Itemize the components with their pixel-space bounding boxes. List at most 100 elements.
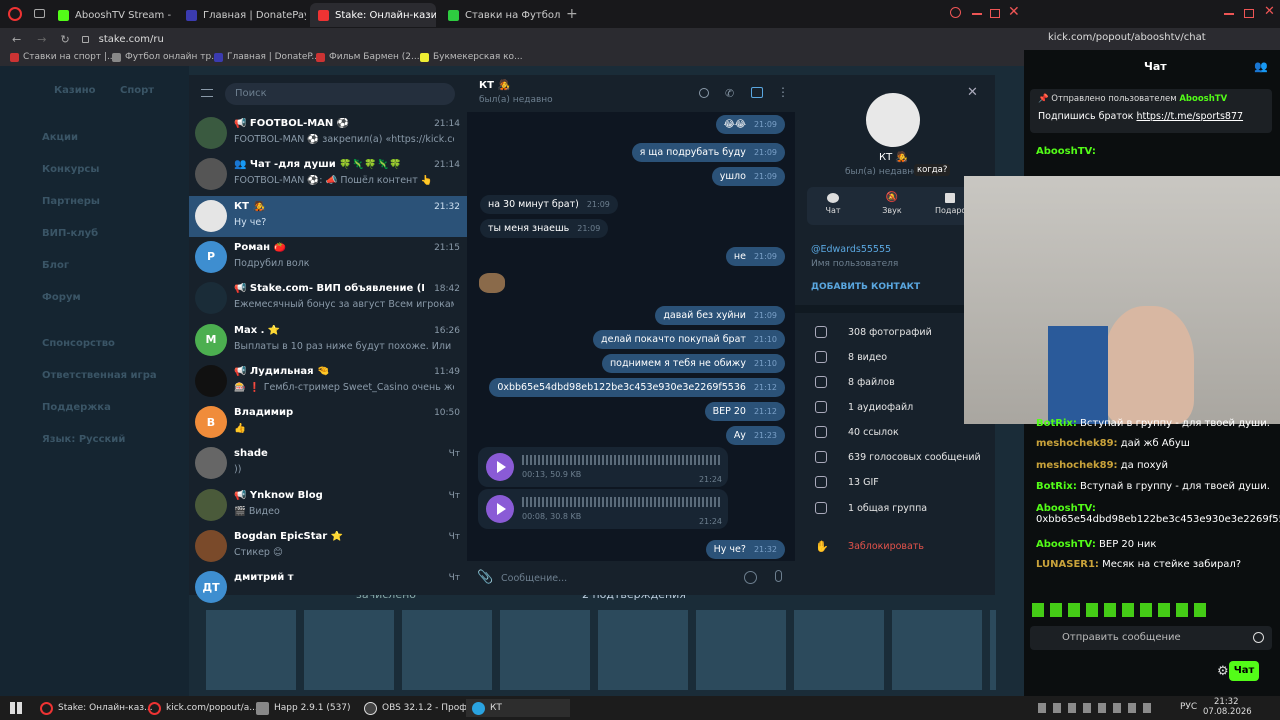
stake-nav-item[interactable]: ВИП-клуб [42, 228, 98, 239]
chat-list-item[interactable]: M Max . ⭐ Выплаты в 10 раз ниже будут похо… [189, 320, 467, 361]
microphone-icon[interactable] [775, 570, 782, 582]
taskbar-item-happ[interactable]: Happ 2.9.1 (537) [256, 699, 351, 717]
gift-action-button[interactable]: Подаро [935, 193, 966, 215]
chat-list-item[interactable]: 📢 Лудильная 🤏 🎰 ❗ Гембл-стример Sweet_Cas… [189, 361, 467, 402]
tab-donatepay[interactable]: Главная | DonatePay [178, 3, 306, 27]
search-input[interactable]: Поиск [225, 83, 455, 105]
incoming-message[interactable]: ты меня знаешь 21:09 [480, 219, 609, 238]
outgoing-message[interactable]: 0xbb65e54dbd98eb122be3c453e930e3e2269f55… [489, 378, 785, 397]
chat-list-item[interactable]: В Владимир 👍 10:50 [189, 402, 467, 443]
chat-username[interactable]: LUNASER1: [1036, 559, 1099, 570]
sidebar-toggle-icon[interactable] [751, 87, 763, 98]
bookmark-item[interactable]: Ставки на спорт |... [10, 52, 116, 62]
play-icon[interactable] [486, 495, 514, 523]
forward-icon[interactable]: → [37, 33, 46, 46]
block-button[interactable]: Заблокировать [848, 541, 924, 552]
chat-list-item[interactable]: shade)) Чт [189, 443, 467, 484]
taskbar-item-telegram[interactable]: КТ [466, 699, 570, 717]
search-icon[interactable] [950, 7, 961, 18]
close-icon[interactable]: ✕ [1264, 4, 1275, 19]
close-icon[interactable]: ✕ [967, 85, 978, 100]
minimize-icon[interactable] [1224, 13, 1234, 15]
stake-nav-item[interactable]: Поддержка [42, 402, 111, 413]
stake-nav-item[interactable]: Конкурсы [42, 164, 99, 175]
menu-icon[interactable] [201, 89, 213, 97]
chat-list-item[interactable]: 📢 Stake.com- ВИП объявление (Русский) Еже… [189, 278, 467, 319]
stake-nav-item[interactable]: Блог [42, 260, 69, 271]
kick-chat-message[interactable]: meshochek89: дай жб Абуш [1036, 438, 1190, 449]
voice-message[interactable]: 00:13, 50.9 KB 21:24 [478, 447, 728, 487]
tab-football[interactable]: Ставки на Футбол - Сдела [440, 3, 562, 27]
chat-list-item[interactable]: Bogdan EpicStar ⭐ Стикер 😊 Чт [189, 526, 467, 567]
stake-nav-item[interactable]: Форум [42, 292, 81, 303]
kick-chat-message[interactable]: AbooshTV: ВЕР 20 ник [1036, 539, 1156, 550]
chat-username[interactable]: AbooshTV: [1036, 146, 1096, 157]
kick-chat-message[interactable]: BotRix: Вступай в группу - для твоей душ… [1036, 481, 1270, 492]
chat-list-item[interactable]: 📢 Ynknow Blog 🎬 Видео Чт [189, 485, 467, 526]
emoji-icon[interactable] [1253, 632, 1264, 643]
bookmark-item[interactable]: Букмекерская ко... [420, 52, 523, 62]
profile-avatar[interactable] [866, 93, 920, 147]
users-icon[interactable]: 👥 [1254, 60, 1268, 73]
outgoing-message[interactable]: ВЕР 20 21:12 [704, 402, 785, 421]
chat-username[interactable]: AbooshTV: [1036, 539, 1096, 550]
sound-action-button[interactable]: 🔕 Звук [880, 193, 904, 216]
tab-icon[interactable] [34, 9, 45, 18]
voice-message[interactable]: 00:08, 30.8 KB 21:24 [478, 489, 728, 529]
chat-username[interactable]: BotRix: [1036, 481, 1077, 492]
reload-icon[interactable]: ↻ [60, 33, 69, 46]
url-field[interactable]: stake.com/ru [99, 34, 164, 45]
profile-media-item[interactable]: 308 фотографий [848, 327, 932, 338]
kick-chat-message[interactable]: BotRix: Вступай в группу - для твоей душ… [1036, 418, 1270, 429]
taskbar-item-stake[interactable]: Stake: Онлайн-каз... [40, 699, 153, 717]
pinned-link[interactable]: https://t.me/sports877 [1136, 111, 1243, 122]
new-tab-icon[interactable]: + [566, 6, 578, 22]
message-input[interactable]: Сообщение... [501, 573, 567, 584]
message-input[interactable]: Отправить сообщение [1030, 626, 1272, 650]
clock-date[interactable]: 07.08.2026 [1203, 707, 1252, 717]
maximize-icon[interactable] [1244, 9, 1254, 18]
bookmark-item[interactable]: Главная | DonateP... [214, 52, 320, 62]
outgoing-message[interactable]: делай покачто покупай брат 21:10 [593, 330, 785, 349]
url-field[interactable]: kick.com/popout/abooshtv/chat [1048, 32, 1206, 43]
stake-nav-item[interactable]: Партнеры [42, 196, 100, 207]
more-icon[interactable]: ⋮ [777, 85, 789, 99]
language-indicator[interactable]: РУС [1180, 702, 1197, 712]
profile-media-item[interactable]: 8 видео [848, 352, 887, 363]
phone-icon[interactable]: ✆ [725, 87, 734, 100]
stake-nav-item[interactable]: Спонсорство [42, 338, 115, 349]
profile-media-item[interactable]: 1 общая группа [848, 503, 927, 514]
chat-username[interactable]: AbooshTV: [1036, 503, 1096, 514]
outgoing-message[interactable]: не 21:09 [725, 247, 785, 266]
chat-list-item[interactable]: 👥 Чат -для души 🍀🦎🍀🦎🍀 FOOTBOL-MAN ⚽: 📣 По… [189, 154, 467, 195]
bookmark-item[interactable]: Фильм Бармен (2... [316, 52, 420, 62]
waveform[interactable] [522, 497, 722, 507]
taskbar-item-kick[interactable]: kick.com/popout/a... [148, 699, 258, 717]
profile-media-item[interactable]: 13 GIF [848, 477, 879, 488]
outgoing-message[interactable]: поднимем я тебя не обижу 21:10 [601, 354, 785, 373]
chat-list-item[interactable]: 📢 FOOTBOL-MAN ⚽ FOOTBOL-MAN ⚽ закрепил(а)… [189, 113, 467, 154]
emoji-icon[interactable] [744, 571, 757, 584]
stake-nav-item[interactable]: Язык: Русский [42, 434, 125, 445]
outgoing-message[interactable]: 😂😂 21:09 [715, 115, 785, 134]
taskbar-item-obs[interactable]: OBS 32.1.2 - Проф... [364, 699, 476, 717]
search-icon[interactable] [699, 88, 709, 98]
windows-start-icon[interactable] [10, 702, 22, 714]
waveform[interactable] [522, 455, 722, 465]
incoming-message[interactable]: на 30 минут брат) 21:09 [480, 195, 618, 214]
chat-header-name[interactable]: КТ 🧑‍🎤 [479, 80, 510, 91]
bookmark-item[interactable]: Футбол онлайн тр... [112, 52, 220, 62]
chat-list-item[interactable]: ДТ дмитрий т Чт [189, 567, 467, 608]
outgoing-message[interactable]: Ну че? 21:32 [705, 540, 785, 559]
settings-icon[interactable]: ⚙ [1217, 664, 1229, 679]
chat-username[interactable]: meshochek89: [1036, 438, 1118, 449]
send-chat-button[interactable]: Чат [1229, 661, 1259, 681]
profile-media-item[interactable]: 40 ссылок [848, 427, 899, 438]
stake-nav-casino[interactable]: Казино [54, 85, 96, 96]
stake-nav-item[interactable]: Акции [42, 132, 78, 143]
outgoing-message[interactable]: Ау 21:23 [725, 426, 785, 445]
chat-username[interactable]: meshochek89: [1036, 460, 1118, 471]
stake-nav-item[interactable]: Ответственная игра [42, 370, 157, 381]
tab-stake[interactable]: Stake: Онлайн-казино и с [310, 3, 436, 27]
maximize-icon[interactable] [990, 9, 1000, 18]
